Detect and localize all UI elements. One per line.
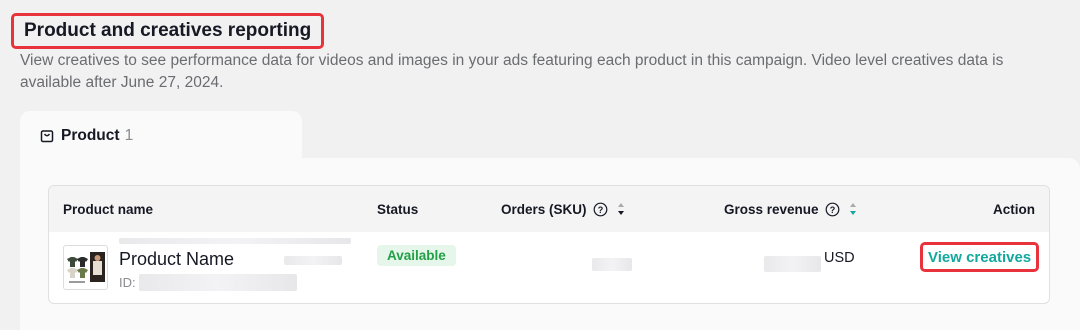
table-row: Product Name ID: Available USD View crea… [49, 232, 1049, 303]
col-header-gross-revenue: Gross revenue ? [724, 186, 857, 232]
section-title-text: Product and creatives reporting [24, 20, 312, 41]
redacted-text [284, 256, 342, 265]
tab-count: 1 [124, 127, 134, 144]
col-header-label: Status [377, 201, 419, 217]
product-thumbnail [63, 245, 108, 290]
col-header-product-name: Product name [63, 186, 153, 232]
revenue-currency: USD [824, 250, 855, 266]
tab-label: Product [61, 127, 120, 144]
col-header-status: Status [377, 186, 418, 232]
section-description: View creatives to see performance data f… [20, 52, 1004, 91]
col-header-label: Gross revenue [724, 201, 819, 217]
col-header-action: Action [993, 186, 1035, 232]
redacted-orders-value [592, 258, 632, 271]
shopping-bag-icon [40, 129, 54, 143]
sort-icon[interactable] [617, 202, 625, 216]
col-header-label: Action [993, 201, 1035, 217]
section-title: Product and creatives reporting [11, 13, 325, 49]
redacted-product-id [139, 274, 297, 291]
help-icon[interactable]: ? [825, 202, 840, 217]
col-header-label: Product name [63, 201, 154, 217]
redacted-revenue-value [764, 256, 821, 272]
view-creatives-label: View creatives [928, 248, 1032, 266]
svg-text:?: ? [829, 205, 835, 215]
product-name: Product Name [119, 249, 235, 269]
svg-text:?: ? [597, 205, 603, 215]
view-creatives-button[interactable]: View creatives [920, 242, 1040, 272]
table-header: Product name Status Orders (SKU) ? Gross… [49, 186, 1049, 232]
redacted-text [119, 238, 351, 244]
col-header-label: Orders (SKU) [501, 201, 587, 217]
product-id-label: ID: [119, 275, 136, 290]
tab-product[interactable]: Product 1 [20, 111, 302, 161]
help-icon[interactable]: ? [593, 202, 608, 217]
status-badge: Available [377, 245, 456, 266]
col-header-orders: Orders (SKU) ? [501, 186, 625, 232]
sort-icon[interactable] [849, 202, 857, 216]
product-table: Product name Status Orders (SKU) ? Gross… [48, 185, 1050, 304]
